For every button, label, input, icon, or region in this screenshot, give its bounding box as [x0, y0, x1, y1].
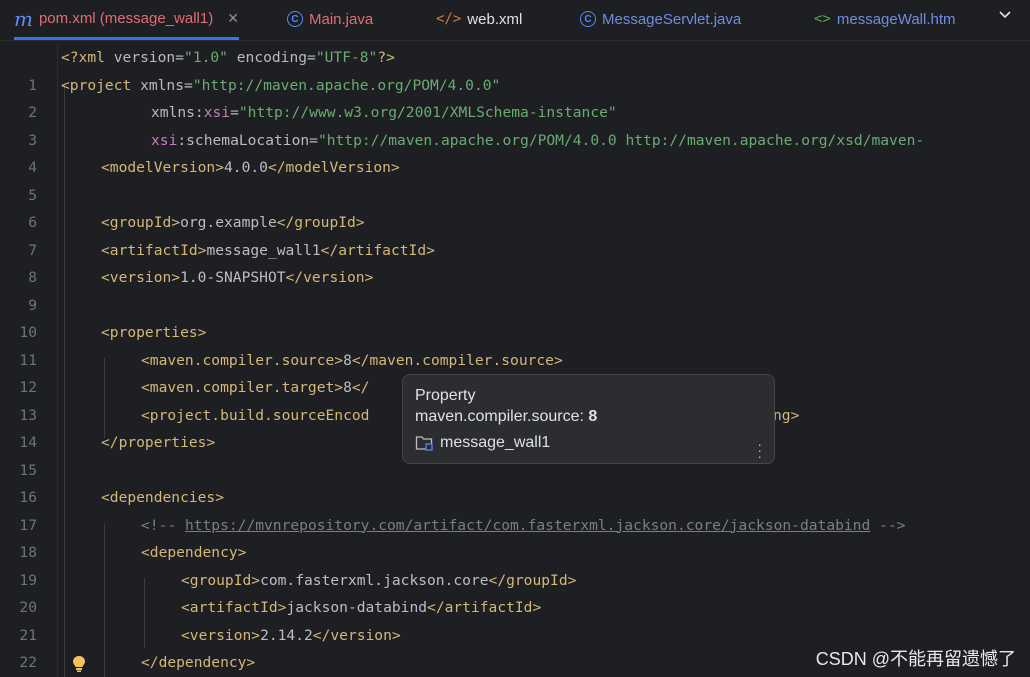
- repository-link[interactable]: https://mvnrepository.com/artifact/com.f…: [185, 517, 870, 534]
- code-line: 9 <version>1.0-SNAPSHOT</version>: [28, 269, 374, 314]
- code-line: 4 xsi:schemaLocation="http://maven.apach…: [28, 131, 925, 177]
- html-icon: <>: [814, 11, 831, 27]
- tab-messageservlet-java[interactable]: C MessageServlet.java: [580, 0, 741, 38]
- java-class-icon: C: [580, 11, 596, 27]
- java-class-icon: C: [287, 11, 303, 27]
- tab-label: web.xml: [467, 10, 523, 28]
- code-line: 21 <artifactId>jackson-databind</artifac…: [19, 599, 542, 644]
- tab-web-xml[interactable]: </> web.xml: [436, 0, 522, 38]
- code-line: 12 <maven.compiler.source>8</maven.compi…: [19, 351, 563, 397]
- code-line: 5 <modelVersion>4.0.0</modelVersion>: [28, 159, 400, 204]
- code-line: 20 <groupId>com.fasterxml.jackson.core</…: [19, 571, 577, 617]
- tooltip-title: Property: [415, 387, 476, 404]
- tab-pom-xml[interactable]: m pom.xml (message_wall1) ✕: [14, 0, 239, 40]
- more-options-icon[interactable]: · · ·: [757, 437, 762, 463]
- tab-messagewall-html[interactable]: <> messageWall.htm: [814, 0, 979, 38]
- close-icon[interactable]: ✕: [227, 10, 239, 27]
- code-line: 8 <artifactId>message_wall1</artifactId>: [28, 241, 435, 287]
- tab-main-java[interactable]: C Main.java: [287, 0, 373, 38]
- lightbulb-icon[interactable]: [71, 655, 87, 673]
- property-value: maven.compiler.source: 8: [415, 408, 598, 425]
- code-line: 3 xmlns:xsi="http://www.w3.org/2001/XMLS…: [28, 104, 617, 149]
- watermark: CSDN @不能再留遗憾了: [815, 649, 1016, 669]
- editor-tab-bar: m pom.xml (message_wall1) ✕ C Main.java …: [0, 0, 1030, 41]
- module-name: message_wall1: [440, 434, 551, 451]
- code-line: 1 <?xml version="1.0" encoding="UTF-8"?>: [28, 49, 395, 94]
- code-editor[interactable]: 1 <?xml version="1.0" encoding="UTF-8"?>…: [0, 43, 1030, 677]
- code-line: 19 <dependency>: [19, 544, 247, 589]
- xml-icon: </>: [436, 11, 462, 27]
- tab-label: pom.xml (message_wall1): [38, 10, 214, 27]
- code-line: 6: [28, 214, 37, 231]
- code-line: 7 <groupId>org.example</groupId>: [28, 214, 365, 259]
- code-line: 18 <!-- https://mvnrepository.com/artifa…: [19, 516, 906, 562]
- code-line: 10: [19, 324, 37, 341]
- tab-label: messageWall.htm: [836, 10, 956, 28]
- maven-icon: m: [14, 6, 33, 31]
- tab-label: MessageServlet.java: [602, 10, 742, 28]
- tab-label: Main.java: [309, 10, 374, 28]
- property-tooltip: Property maven.compiler.source: 8 messag…: [402, 374, 775, 464]
- module-folder-icon: [415, 436, 433, 451]
- code-line: 17 <dependencies>: [19, 489, 225, 534]
- code-line: 2 <project xmlns="http://maven.apache.or…: [28, 76, 501, 122]
- code-line: 11 <properties>: [19, 324, 207, 369]
- module-reference[interactable]: message_wall1: [415, 434, 550, 452]
- chevron-down-icon[interactable]: [998, 8, 1012, 22]
